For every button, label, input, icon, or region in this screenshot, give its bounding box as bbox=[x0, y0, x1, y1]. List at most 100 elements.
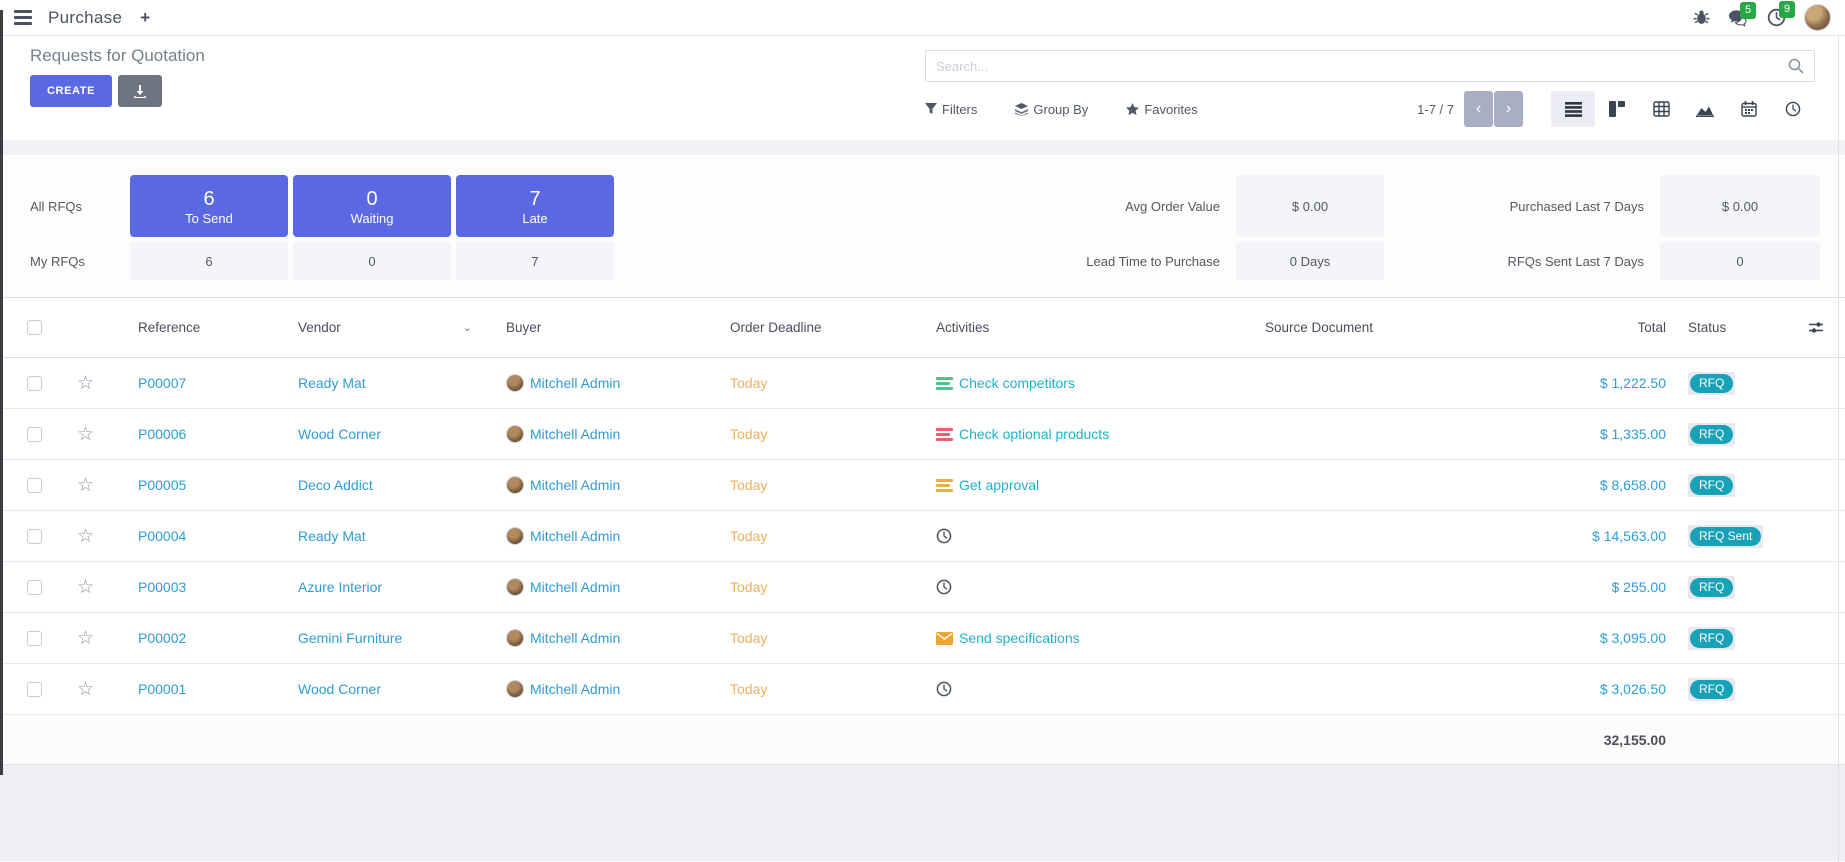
table-row[interactable]: ☆ P00005 Deco Addict Mitchell Admin Toda… bbox=[0, 460, 1845, 511]
table-row[interactable]: ☆ P00004 Ready Mat Mitchell Admin Today … bbox=[0, 511, 1845, 562]
calendar-view-button[interactable] bbox=[1727, 91, 1771, 127]
buyer-link[interactable]: Mitchell Admin bbox=[530, 477, 620, 493]
row-checkbox[interactable] bbox=[27, 376, 42, 391]
activity-link[interactable]: Get approval bbox=[959, 477, 1039, 493]
kanban-view-button[interactable] bbox=[1595, 91, 1639, 127]
vendor-link[interactable]: Gemini Furniture bbox=[298, 630, 402, 646]
vendor-link[interactable]: Wood Corner bbox=[298, 681, 381, 697]
schedule-activity-clock-icon[interactable] bbox=[936, 681, 952, 697]
schedule-activity-clock-icon[interactable] bbox=[936, 528, 952, 544]
reference-link[interactable]: P00002 bbox=[138, 630, 186, 646]
header-source-document[interactable]: Source Document bbox=[1256, 320, 1552, 335]
activity-link[interactable]: Check optional products bbox=[959, 426, 1109, 442]
tile-my-waiting[interactable]: 0 bbox=[293, 242, 451, 280]
buyer-link[interactable]: Mitchell Admin bbox=[530, 528, 620, 544]
header-activities[interactable]: Activities bbox=[926, 320, 1256, 335]
pivot-view-button[interactable] bbox=[1639, 91, 1683, 127]
reference-link[interactable]: P00006 bbox=[138, 426, 186, 442]
favorite-star-icon[interactable]: ☆ bbox=[77, 373, 94, 394]
favorite-star-icon[interactable]: ☆ bbox=[77, 577, 94, 598]
header-reference[interactable]: Reference bbox=[110, 320, 282, 335]
filters-button[interactable]: Filters bbox=[925, 102, 977, 117]
table-row[interactable]: ☆ P00003 Azure Interior Mitchell Admin T… bbox=[0, 562, 1845, 613]
status-badge: RFQ bbox=[1690, 374, 1733, 393]
activities-clock-icon[interactable]: 9 bbox=[1767, 8, 1786, 27]
row-checkbox[interactable] bbox=[27, 682, 42, 697]
buyer-link[interactable]: Mitchell Admin bbox=[530, 426, 620, 442]
header-total[interactable]: Total bbox=[1552, 320, 1680, 335]
table-row[interactable]: ☆ P00006 Wood Corner Mitchell Admin Toda… bbox=[0, 409, 1845, 460]
buyer-avatar bbox=[506, 476, 524, 494]
activity-link[interactable]: Send specifications bbox=[959, 630, 1080, 646]
apps-menu-icon[interactable] bbox=[12, 6, 34, 29]
group-by-button[interactable]: Group By bbox=[1015, 102, 1088, 117]
calendar-view-icon bbox=[1741, 101, 1757, 117]
tile-my-late[interactable]: 7 bbox=[456, 242, 614, 280]
avg-order-value-label: Avg Order Value bbox=[1030, 199, 1220, 214]
favorites-button[interactable]: Favorites bbox=[1126, 102, 1197, 117]
header-buyer[interactable]: Buyer bbox=[498, 320, 720, 335]
favorite-star-icon[interactable]: ☆ bbox=[77, 526, 94, 547]
status-badge: RFQ bbox=[1690, 629, 1733, 648]
email-activity-envelope-icon[interactable] bbox=[936, 632, 953, 645]
header-order-deadline[interactable]: Order Deadline bbox=[720, 320, 926, 335]
search-icon[interactable] bbox=[1788, 58, 1804, 74]
new-tab-button[interactable]: + bbox=[136, 8, 154, 28]
table-row[interactable]: ☆ P00001 Wood Corner Mitchell Admin Toda… bbox=[0, 664, 1845, 715]
row-checkbox[interactable] bbox=[27, 427, 42, 442]
activity-tasks-icon[interactable] bbox=[936, 377, 953, 390]
search-input[interactable] bbox=[926, 51, 1788, 81]
tile-waiting[interactable]: 0 Waiting bbox=[293, 175, 451, 237]
buyer-link[interactable]: Mitchell Admin bbox=[530, 681, 620, 697]
favorite-star-icon[interactable]: ☆ bbox=[77, 424, 94, 445]
activity-link[interactable]: Check competitors bbox=[959, 375, 1075, 391]
buyer-link[interactable]: Mitchell Admin bbox=[530, 375, 620, 391]
tile-my-to-send[interactable]: 6 bbox=[130, 242, 288, 280]
status-badge: RFQ Sent bbox=[1690, 527, 1761, 546]
window-left-edge bbox=[0, 10, 3, 775]
reference-link[interactable]: P00007 bbox=[138, 375, 186, 391]
reference-link[interactable]: P00004 bbox=[138, 528, 186, 544]
vendor-link[interactable]: Ready Mat bbox=[298, 528, 366, 544]
buyer-link[interactable]: Mitchell Admin bbox=[530, 579, 620, 595]
create-button[interactable]: CREATE bbox=[30, 75, 112, 107]
activity-view-button[interactable] bbox=[1771, 91, 1815, 127]
app-title[interactable]: Purchase bbox=[48, 8, 122, 28]
messages-icon[interactable]: 5 bbox=[1728, 9, 1749, 27]
activity-tasks-icon[interactable] bbox=[936, 479, 953, 492]
row-checkbox[interactable] bbox=[27, 631, 42, 646]
vendor-link[interactable]: Wood Corner bbox=[298, 426, 381, 442]
graph-view-button[interactable] bbox=[1683, 91, 1727, 127]
optional-columns-icon[interactable] bbox=[1808, 320, 1824, 336]
export-button[interactable] bbox=[118, 75, 162, 107]
debug-bug-icon[interactable] bbox=[1693, 9, 1710, 26]
table-row[interactable]: ☆ P00007 Ready Mat Mitchell Admin Today … bbox=[0, 358, 1845, 409]
favorite-star-icon[interactable]: ☆ bbox=[77, 679, 94, 700]
favorite-star-icon[interactable]: ☆ bbox=[77, 628, 94, 649]
vendor-link[interactable]: Ready Mat bbox=[298, 375, 366, 391]
tile-late[interactable]: 7 Late bbox=[456, 175, 614, 237]
header-vendor[interactable]: Vendor ⌄ bbox=[282, 320, 498, 335]
pager-previous-button[interactable]: ‹ bbox=[1464, 91, 1493, 127]
select-all-checkbox[interactable] bbox=[27, 320, 42, 335]
reference-link[interactable]: P00003 bbox=[138, 579, 186, 595]
search-bar[interactable] bbox=[925, 50, 1815, 82]
user-avatar[interactable] bbox=[1804, 4, 1831, 31]
schedule-activity-clock-icon[interactable] bbox=[936, 579, 952, 595]
pager-next-button[interactable]: › bbox=[1494, 91, 1523, 127]
reference-link[interactable]: P00001 bbox=[138, 681, 186, 697]
favorite-star-icon[interactable]: ☆ bbox=[77, 475, 94, 496]
vendor-link[interactable]: Deco Addict bbox=[298, 477, 373, 493]
row-checkbox[interactable] bbox=[27, 478, 42, 493]
table-row[interactable]: ☆ P00002 Gemini Furniture Mitchell Admin… bbox=[0, 613, 1845, 664]
vendor-link[interactable]: Azure Interior bbox=[298, 579, 382, 595]
row-checkbox[interactable] bbox=[27, 529, 42, 544]
header-status[interactable]: Status bbox=[1680, 320, 1786, 335]
reference-link[interactable]: P00005 bbox=[138, 477, 186, 493]
tile-to-send[interactable]: 6 To Send bbox=[130, 175, 288, 237]
list-view-button[interactable] bbox=[1551, 91, 1595, 127]
row-checkbox[interactable] bbox=[27, 580, 42, 595]
activity-tasks-icon[interactable] bbox=[936, 428, 953, 441]
buyer-link[interactable]: Mitchell Admin bbox=[530, 630, 620, 646]
order-deadline: Today bbox=[730, 579, 767, 595]
